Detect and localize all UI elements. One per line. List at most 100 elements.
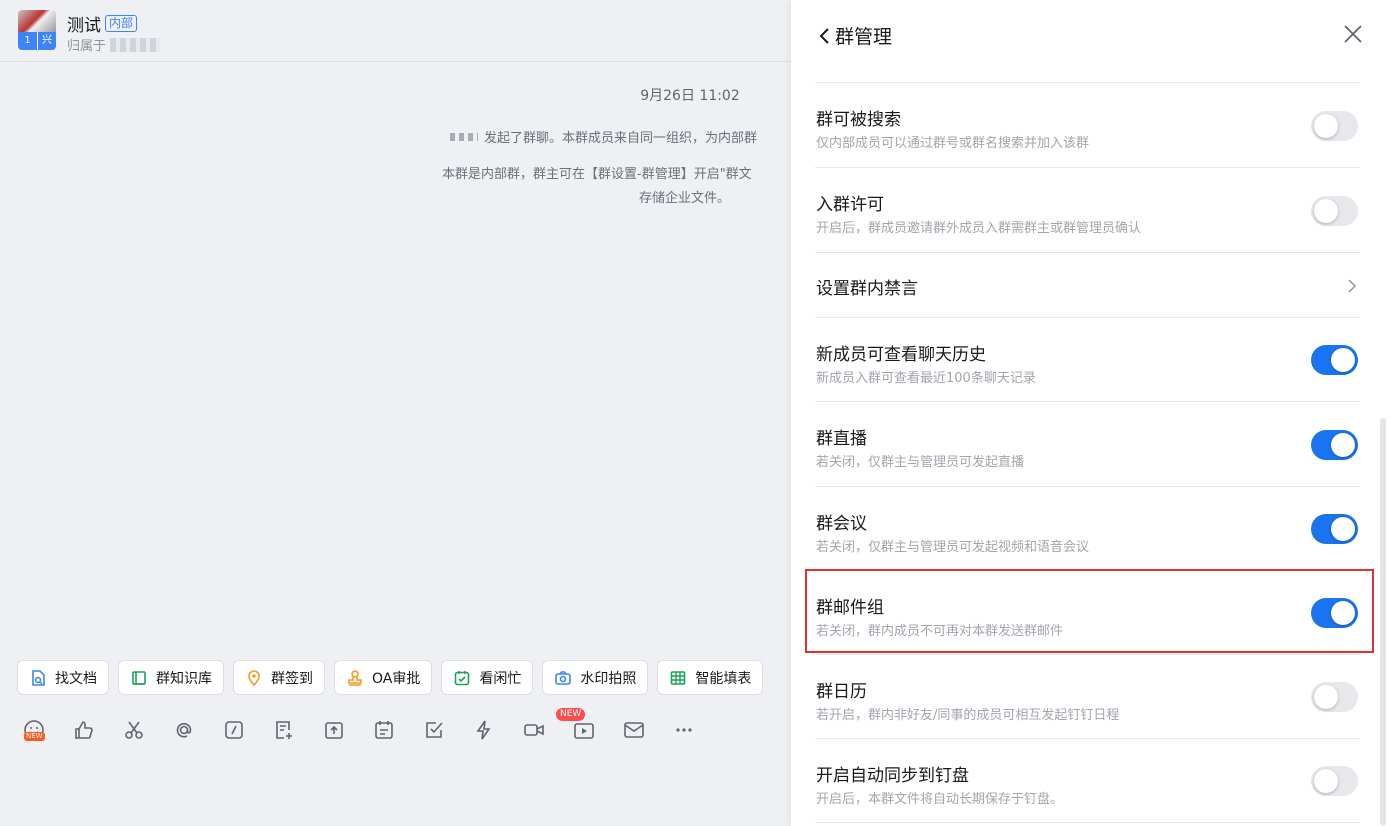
system-message: 存储企业文件。: [639, 191, 731, 206]
panel-header: 群管理: [791, 0, 1390, 68]
setting-title: 群会议: [816, 514, 867, 534]
setting-title: 群直播: [816, 429, 867, 449]
mail-icon[interactable]: [622, 716, 672, 744]
toggle-switch[interactable]: [1311, 682, 1358, 712]
setting-row: 群直播若关闭，仅群主与管理员可发起直播: [815, 402, 1360, 487]
setting-title: 群可被搜索: [816, 110, 901, 130]
toggle-switch[interactable]: [1311, 110, 1358, 141]
setting-description: 开启后，群成员邀请群外成员入群需群主或群管理员确认: [816, 221, 1142, 236]
quick-action-label: 群知识库: [156, 670, 212, 687]
toggle-switch[interactable]: [1311, 766, 1358, 796]
chevron-left-icon: [819, 27, 829, 44]
chat-subtitle-text: 归属于: [67, 39, 107, 54]
setting-row: 入群许可开启后，群成员邀请群外成员入群需群主或群管理员确认: [815, 168, 1360, 253]
toggle-knob: [1314, 198, 1338, 223]
system-message: 本群是内部群，群主可在【群设置-群管理】开启"群文: [442, 167, 752, 182]
approval-stamp-icon: [346, 669, 364, 687]
avatar-tag: 兴: [37, 32, 56, 50]
slash-command-icon[interactable]: [222, 716, 272, 744]
toggle-switch[interactable]: [1311, 345, 1358, 375]
settings-list: 群可被搜索仅内部成员可以通过群号或群名搜索并加入该群入群许可开启后，群成员邀请群…: [791, 83, 1390, 823]
system-message: 发起了群聊。本群成员来自同一组织，为内部群: [450, 127, 757, 146]
upload-folder-icon[interactable]: [322, 716, 372, 744]
chat-area: 1 兴 测试 内部 归属于 9月26日 11:02 发起了群聊。本群成员来自同一…: [0, 0, 792, 826]
toggle-knob: [1331, 432, 1355, 457]
quick-action-label: 找文档: [55, 670, 97, 687]
setting-row: 开启自动同步到钉盘开启后，本群文件将自动长期保存于钉盘。: [815, 739, 1360, 823]
redacted-org-name: [110, 37, 161, 52]
setting-row[interactable]: 设置群内禁言: [815, 253, 1360, 318]
quick-action-button[interactable]: 找文档: [17, 660, 109, 695]
toggle-knob: [1331, 517, 1355, 541]
scissors-icon[interactable]: [122, 716, 172, 744]
chat-title[interactable]: 测试 内部: [67, 11, 138, 36]
redacted-user-name: [450, 132, 478, 141]
toggle-knob: [1314, 685, 1338, 709]
lightning-icon[interactable]: [472, 716, 522, 744]
more-icon[interactable]: [672, 716, 722, 744]
quick-action-label: OA审批: [372, 670, 421, 687]
quick-action-label: 看闲忙: [479, 670, 522, 687]
setting-description: 新成员入群可查看最近100条聊天记录: [816, 371, 1036, 386]
quick-action-label: 群签到: [271, 670, 313, 687]
quick-action-label: 水印拍照: [580, 670, 637, 687]
todo-check-icon[interactable]: [422, 716, 472, 744]
setting-row: 群会议若关闭，仅群主与管理员可发起视频和语音会议: [815, 487, 1360, 571]
chat-header: 1 兴 测试 内部 归属于: [0, 0, 792, 62]
setting-title: 入群许可: [816, 195, 884, 215]
setting-title: 新成员可查看聊天历史: [816, 345, 986, 365]
back-button[interactable]: 群管理: [817, 22, 892, 49]
quick-action-button[interactable]: 水印拍照: [542, 660, 649, 695]
quick-action-label: 智能填表: [695, 670, 752, 687]
setting-description: 仅内部成员可以通过群号或群名搜索并加入该群: [816, 136, 1090, 151]
highlight-box: [805, 569, 1374, 653]
toggle-knob: [1314, 113, 1338, 138]
quick-action-bar: 找文档 群知识库 群签到 OA审批 看闲忙 水印拍照 智能填表: [17, 660, 764, 695]
doc-add-icon[interactable]: [272, 716, 322, 744]
new-badge: NEW: [24, 732, 45, 741]
toggle-switch[interactable]: [1311, 514, 1358, 544]
at-icon[interactable]: [172, 716, 222, 744]
setting-title: 开启自动同步到钉盘: [816, 766, 969, 786]
quick-action-button[interactable]: OA审批: [334, 660, 433, 695]
setting-row: 群日历若开启，群内非好友/同事的成员可相互发起钉钉日程: [815, 655, 1360, 739]
calendar-icon[interactable]: [372, 716, 422, 744]
toggle-knob: [1331, 348, 1355, 372]
quick-action-button[interactable]: 智能填表: [657, 660, 764, 695]
thumbs-up-icon[interactable]: [72, 716, 122, 744]
close-icon[interactable]: [1341, 22, 1365, 46]
avatar-image: [18, 10, 56, 32]
chat-title-text: 测试: [67, 16, 101, 36]
calendar-check-icon: [453, 669, 471, 687]
avatar-tag: 1: [18, 32, 37, 50]
doc-search-icon: [29, 669, 47, 687]
quick-action-button[interactable]: 看闲忙: [441, 660, 534, 695]
chevron-right-icon: [1348, 278, 1357, 293]
setting-description: 若关闭，仅群主与管理员可发起视频和语音会议: [816, 540, 1090, 555]
chat-subtitle: 归属于: [67, 35, 161, 54]
location-pin-icon: [245, 669, 263, 687]
internal-badge: 内部: [105, 15, 138, 32]
input-toolbar: [22, 716, 722, 744]
quick-action-button[interactable]: 群知识库: [118, 660, 224, 695]
setting-row: 新成员可查看聊天历史新成员入群可查看最近100条聊天记录: [815, 318, 1360, 402]
scrollbar[interactable]: [1380, 418, 1386, 826]
panel-title: 群管理: [835, 26, 893, 48]
knowledge-base-icon: [130, 669, 148, 687]
quick-action-button[interactable]: 群签到: [233, 660, 325, 695]
table-grid-icon: [669, 669, 687, 687]
setting-title: 设置群内禁言: [816, 279, 918, 299]
setting-title: 群日历: [816, 682, 867, 702]
toggle-switch[interactable]: [1311, 429, 1358, 460]
toggle-knob: [1314, 769, 1338, 793]
toggle-switch[interactable]: [1311, 195, 1358, 226]
setting-description: 开启后，本群文件将自动长期保存于钉盘。: [816, 792, 1064, 807]
setting-description: 若关闭，仅群主与管理员可发起直播: [816, 455, 1025, 470]
group-avatar[interactable]: 1 兴: [18, 10, 56, 50]
system-message-text: 发起了群聊。本群成员来自同一组织，为内部群: [484, 131, 758, 146]
setting-description: 若开启，群内非好友/同事的成员可相互发起钉钉日程: [816, 708, 1120, 723]
message-timestamp: 9月26日 11:02: [640, 88, 740, 104]
setting-row: 群可被搜索仅内部成员可以通过群号或群名搜索并加入该群: [815, 83, 1360, 168]
new-badge: NEW: [556, 708, 586, 721]
group-management-panel: 群管理 群可被搜索仅内部成员可以通过群号或群名搜索并加入该群入群许可开启后，群成…: [791, 0, 1390, 826]
